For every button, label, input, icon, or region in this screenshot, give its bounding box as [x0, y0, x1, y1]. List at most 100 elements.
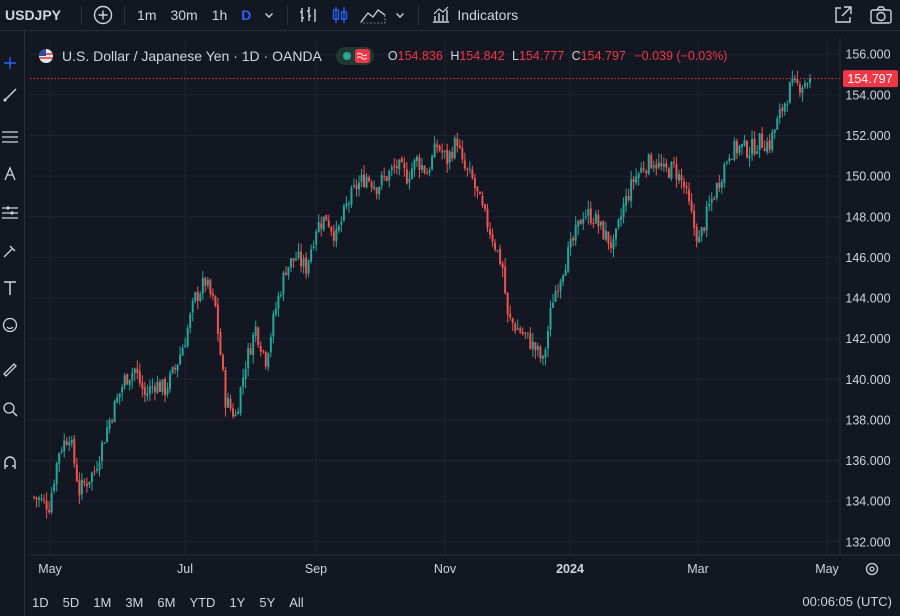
candle-body: [330, 226, 333, 232]
candle-body: [75, 464, 78, 482]
candle-body: [660, 163, 663, 167]
price-label: 154.797: [843, 70, 898, 88]
candle-body: [133, 368, 136, 374]
candle-body: [567, 247, 570, 272]
candle-body: [108, 420, 111, 430]
candle-body: [466, 168, 469, 170]
candle-body: [181, 348, 184, 356]
range-1y[interactable]: 1Y: [229, 595, 245, 610]
candle-body: [370, 182, 373, 188]
candle-body: [373, 186, 376, 189]
candle-body: [683, 181, 686, 187]
candle-body: [169, 373, 172, 389]
candle-body: [662, 163, 665, 167]
candle-body: [720, 181, 723, 188]
candle-body: [677, 174, 680, 181]
candle-body: [582, 218, 585, 224]
candle-body: [763, 148, 766, 152]
range-all[interactable]: All: [289, 595, 303, 610]
candle-body: [121, 386, 124, 393]
candle-body: [489, 229, 492, 235]
market-status-badge[interactable]: [335, 47, 374, 65]
candle-body: [473, 178, 476, 189]
candle-body: [756, 151, 759, 154]
price-scale[interactable]: 132.000 134.000 136.000 138.000 140.000 142.0…: [845, 48, 890, 550]
time-scale[interactable]: May Jul Sep Nov 2024 Mar May: [38, 562, 839, 576]
range-3m[interactable]: 3M: [125, 595, 143, 610]
candle-body: [609, 242, 612, 248]
price-tick-label: 142.000: [845, 332, 890, 346]
candle-body: [320, 223, 323, 229]
candle-body: [539, 346, 542, 359]
candle-body: [199, 293, 202, 302]
candle-body: [53, 483, 56, 492]
symbol-title[interactable]: U.S. Dollar / Japanese Yen · 1D · OANDA: [62, 48, 322, 64]
candle-body: [746, 141, 749, 158]
high-key: H: [450, 49, 460, 63]
candle-body: [383, 176, 386, 178]
candle-body: [347, 203, 350, 205]
candle-body: [728, 158, 731, 162]
candle-body: [675, 164, 678, 180]
candle-body: [604, 230, 607, 241]
candle-body: [698, 236, 701, 243]
range-ytd[interactable]: YTD: [189, 595, 215, 610]
utc-clock[interactable]: 00:06:05 (UTC): [802, 588, 892, 616]
candle-body: [640, 167, 643, 173]
candle-body: [740, 144, 743, 148]
candle-body: [33, 496, 35, 498]
price-chart[interactable]: 132.000 134.000 136.000 138.000 140.000 142.0…: [0, 0, 900, 616]
candle-body: [617, 219, 620, 228]
candle-body: [615, 228, 617, 239]
candle-body: [48, 509, 51, 513]
high-value: 154.842: [459, 49, 505, 63]
candle-body: [554, 291, 557, 302]
candle-body: [179, 354, 182, 365]
candle-body: [448, 151, 451, 163]
candle-body: [426, 173, 429, 175]
settings-icon[interactable]: [865, 562, 879, 576]
candle-body: [680, 175, 683, 181]
candle-body: [295, 258, 298, 261]
candle-body: [733, 140, 736, 160]
candle-body: [191, 301, 194, 313]
candle-body: [524, 332, 527, 334]
last-price-label: 154.797: [847, 72, 892, 86]
candle-body: [478, 192, 481, 195]
time-tick-label: 2024: [556, 562, 584, 576]
range-6m[interactable]: 6M: [157, 595, 175, 610]
candle-body: [95, 469, 98, 471]
candle-body: [635, 176, 638, 184]
time-tick-label: Mar: [687, 562, 709, 576]
candle-body: [788, 82, 791, 104]
candle-body: [227, 397, 229, 408]
candle-body: [463, 160, 466, 169]
candle-body: [599, 221, 602, 226]
range-5d[interactable]: 5D: [63, 595, 80, 610]
candle-body: [55, 463, 58, 485]
candle-body: [519, 328, 522, 333]
candle-body: [803, 83, 806, 87]
candle-body: [103, 442, 106, 444]
candle-body: [216, 304, 219, 334]
candle-body: [672, 161, 675, 164]
candle-body: [700, 227, 703, 236]
candle-body: [68, 442, 71, 446]
candle-body: [418, 157, 421, 170]
candle-body: [237, 411, 240, 415]
price-tick-label: 154.000: [845, 88, 890, 102]
candle-body: [494, 242, 497, 250]
candle-body: [431, 155, 434, 170]
candle-body: [579, 219, 582, 225]
range-1d[interactable]: 1D: [32, 595, 49, 610]
candle-body: [511, 318, 514, 324]
candle-body: [282, 272, 285, 295]
range-1m[interactable]: 1M: [93, 595, 111, 610]
candle-body: [45, 500, 48, 510]
price-tick-label: 150.000: [845, 170, 890, 184]
candle-body: [196, 291, 199, 301]
time-tick-label: May: [815, 562, 839, 576]
open-key: O: [387, 49, 398, 63]
candle-body: [476, 186, 479, 192]
range-5y[interactable]: 5Y: [259, 595, 275, 610]
